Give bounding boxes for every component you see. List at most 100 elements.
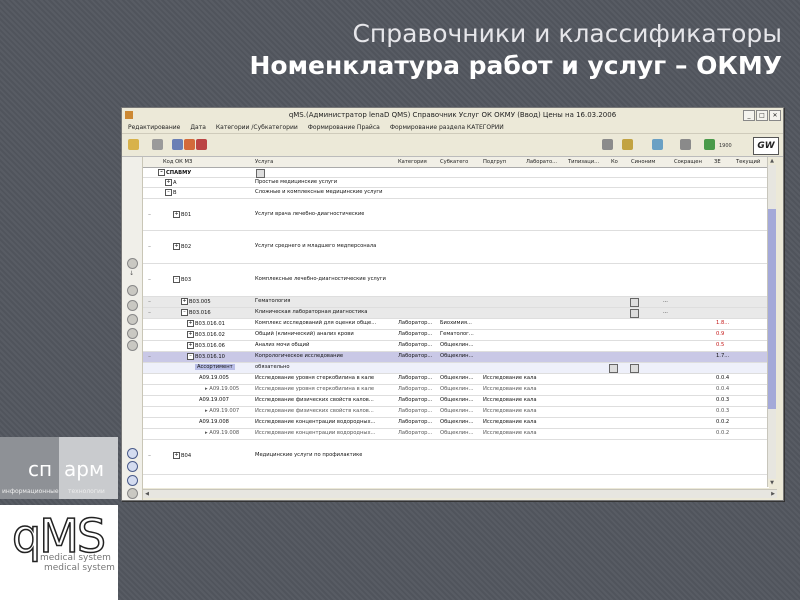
column-header[interactable]: Категория bbox=[398, 157, 427, 167]
row-code: СПАВМУ bbox=[166, 170, 192, 176]
column-header[interactable]: Подгруп bbox=[483, 157, 506, 167]
close-button[interactable]: ✕ bbox=[769, 110, 781, 121]
row-subcategory: Общеклин... bbox=[440, 419, 474, 425]
row-code: B03.005 bbox=[189, 299, 211, 305]
refresh-icon[interactable] bbox=[184, 139, 195, 150]
nav-button[interactable] bbox=[127, 314, 138, 325]
logo-cn-subtitle: информационные bbox=[2, 488, 59, 495]
row-ze: 0.0.4 bbox=[716, 386, 730, 392]
print-icon[interactable] bbox=[196, 139, 207, 150]
qms-logo: qMS medical system medical system bbox=[0, 505, 118, 600]
table-row[interactable]: – + B01 Услуги врача лечебно-диагностичес… bbox=[143, 199, 769, 231]
vertical-scrollbar[interactable]: ▲ ▼ bbox=[767, 157, 776, 487]
nav-button[interactable] bbox=[127, 258, 138, 269]
table-row[interactable]: ▸ A09.19.005 Исследование уровня стеркоб… bbox=[143, 385, 769, 396]
column-header[interactable]: Текущий bbox=[736, 157, 760, 167]
row-subcategory: Гематолог... bbox=[440, 331, 474, 337]
calendar-icon[interactable] bbox=[704, 139, 715, 150]
settings-icon[interactable] bbox=[602, 139, 613, 150]
nav-button[interactable] bbox=[127, 488, 138, 499]
row-name: Комплекс исследований для оценки обще... bbox=[255, 320, 377, 326]
menu-item-edit[interactable]: Редактирование bbox=[128, 122, 180, 133]
app-icon bbox=[125, 111, 133, 119]
row-name: Исследование уровня стеркобилина в кале bbox=[255, 386, 375, 392]
row-name: Простые медицинские услуги bbox=[255, 179, 338, 185]
maximize-button[interactable]: □ bbox=[756, 110, 768, 121]
menu-item-price[interactable]: Формирование Прайса bbox=[308, 122, 380, 133]
scroll-down-icon[interactable]: ▼ bbox=[768, 479, 776, 487]
nav-button[interactable] bbox=[127, 340, 138, 351]
row-code: B03.016.01 bbox=[195, 321, 225, 327]
table-row[interactable]: + B03.016.01 Комплекс исследований для оц… bbox=[143, 319, 769, 330]
row-category: Лаборатор... bbox=[398, 342, 433, 348]
row-name: Анализ мочи общий bbox=[255, 342, 310, 348]
row-category: Лаборатор... bbox=[398, 419, 433, 425]
table-row[interactable]: + B03.016.06 Анализ мочи общий Лаборатор.… bbox=[143, 341, 769, 352]
copy-icon[interactable] bbox=[172, 139, 183, 150]
minimize-button[interactable]: _ bbox=[743, 110, 755, 121]
column-header[interactable]: Услуга bbox=[255, 157, 273, 167]
column-header[interactable]: ЗЕ bbox=[714, 157, 721, 167]
search-icon[interactable] bbox=[622, 139, 633, 150]
table-row[interactable]: A09.19.008 Исследование концентрации вод… bbox=[143, 418, 769, 429]
column-header[interactable]: Субкатего bbox=[440, 157, 468, 167]
filter-icon[interactable] bbox=[652, 139, 663, 150]
table-row[interactable]: – + B04 Медицинские услуги по профилактик… bbox=[143, 440, 769, 475]
table-row[interactable]: – СПАВМУ bbox=[143, 168, 769, 178]
menu-item-categories[interactable]: Категории /Субкатегории bbox=[216, 122, 298, 133]
info-icon[interactable] bbox=[127, 448, 138, 459]
info-icon[interactable] bbox=[127, 461, 138, 472]
menu-item-date[interactable]: Дата bbox=[190, 122, 206, 133]
scrollbar-thumb[interactable] bbox=[768, 209, 776, 409]
export-icon[interactable] bbox=[680, 139, 691, 150]
table-row[interactable]: – – B03.016 Клиническая лабораторная диаг… bbox=[143, 308, 769, 319]
assortment-row[interactable]: Ассортимент обязательно bbox=[143, 363, 769, 374]
arrow-down-icon[interactable]: ↓ bbox=[129, 271, 135, 277]
row-name: Копрологическое исследование bbox=[255, 353, 344, 359]
row-ze: 0.0.4 bbox=[716, 375, 730, 381]
document-icon bbox=[609, 364, 618, 373]
row-ze: 1.8... bbox=[716, 320, 730, 326]
row-code: Ассортимент bbox=[195, 364, 235, 370]
nav-button[interactable] bbox=[127, 285, 138, 296]
table-row[interactable]: + A Простые медицинские услуги bbox=[143, 178, 769, 188]
table-row[interactable]: – – B03 Комплексные лечебно-диагностическ… bbox=[143, 264, 769, 297]
row-category: Лаборатор... bbox=[398, 375, 433, 381]
table-row[interactable]: A09.19.007 Исследование физических свойс… bbox=[143, 396, 769, 407]
cn-apm-logo: сп арм информационные технологии bbox=[0, 437, 118, 499]
scroll-right-icon[interactable]: ▶ bbox=[769, 490, 777, 498]
gear-icon[interactable] bbox=[152, 139, 163, 150]
table-row[interactable]: – + B02 Услуги среднего и младшего медпер… bbox=[143, 231, 769, 264]
scroll-up-icon[interactable]: ▲ bbox=[768, 157, 776, 165]
nav-button[interactable] bbox=[127, 300, 138, 311]
column-header[interactable]: Сокращен bbox=[674, 157, 702, 167]
row-category: Лаборатор... bbox=[398, 397, 433, 403]
table-row[interactable]: A09.19.005 Исследование уровня стеркобил… bbox=[143, 374, 769, 385]
nav-button[interactable] bbox=[127, 328, 138, 339]
column-header[interactable]: Ко bbox=[611, 157, 618, 167]
slide-title: Справочники и классификаторы Номенклатур… bbox=[249, 18, 782, 82]
row-subgroup: Исследование кала bbox=[483, 419, 537, 425]
table-row[interactable]: ▸ A09.19.007 Исследование физических сво… bbox=[143, 407, 769, 418]
menu-item-category-section[interactable]: Формирование раздела КАТЕГОРИИ bbox=[390, 122, 504, 133]
table-row-selected[interactable]: – – B03.016.10 Копрологическое исследован… bbox=[143, 352, 769, 363]
horizontal-scrollbar[interactable]: ◀ ▶ bbox=[143, 489, 777, 498]
column-header[interactable]: Типизаци... bbox=[568, 157, 599, 167]
column-header[interactable]: Код ОК МЗ bbox=[163, 157, 192, 167]
table-row[interactable]: ▸ A09.19.008 Исследование концентрации в… bbox=[143, 429, 769, 440]
pencil-icon[interactable] bbox=[128, 139, 139, 150]
info-icon[interactable] bbox=[127, 475, 138, 486]
table-row[interactable]: – B Сложные и комплексные медицинские усл… bbox=[143, 188, 769, 199]
table-row[interactable]: + B03.016.02 Общий (клинический) анализ к… bbox=[143, 330, 769, 341]
row-category: Лаборатор... bbox=[398, 331, 433, 337]
row-code: B02 bbox=[181, 244, 192, 250]
row-ze: 0.5 bbox=[716, 342, 725, 348]
row-code: A09.19.007 bbox=[199, 397, 229, 403]
table-row[interactable]: – + B03.005 Гематология ... bbox=[143, 297, 769, 308]
column-header[interactable]: Синоним bbox=[631, 157, 655, 167]
row-subgroup: Исследование кала bbox=[483, 375, 537, 381]
scroll-left-icon[interactable]: ◀ bbox=[143, 490, 151, 498]
row-name: Исследование уровня стеркобилина в кале bbox=[255, 375, 375, 381]
row-name: Исследование концентрации водородных... bbox=[255, 419, 376, 425]
column-header[interactable]: Лаборато... bbox=[526, 157, 557, 167]
